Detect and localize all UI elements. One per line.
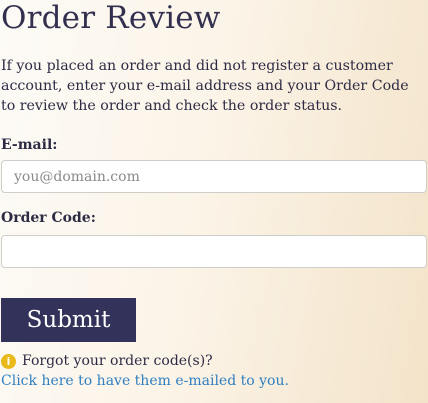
email-order-codes-link[interactable]: Click here to have them e-mailed to you. bbox=[1, 373, 289, 389]
info-icon: i bbox=[1, 353, 16, 369]
forgot-code-text: Forgot your order code(s)? bbox=[22, 353, 213, 369]
submit-button[interactable]: Submit bbox=[1, 298, 136, 342]
email-label: E-mail: bbox=[1, 137, 58, 153]
order-code-label: Order Code: bbox=[1, 210, 96, 226]
email-field[interactable] bbox=[1, 160, 427, 193]
intro-text: If you placed an order and did not regis… bbox=[1, 58, 409, 114]
forgot-code-row: i Forgot your order code(s)? bbox=[1, 353, 213, 369]
order-code-field[interactable] bbox=[1, 235, 427, 268]
page-title: Order Review bbox=[1, 0, 221, 36]
